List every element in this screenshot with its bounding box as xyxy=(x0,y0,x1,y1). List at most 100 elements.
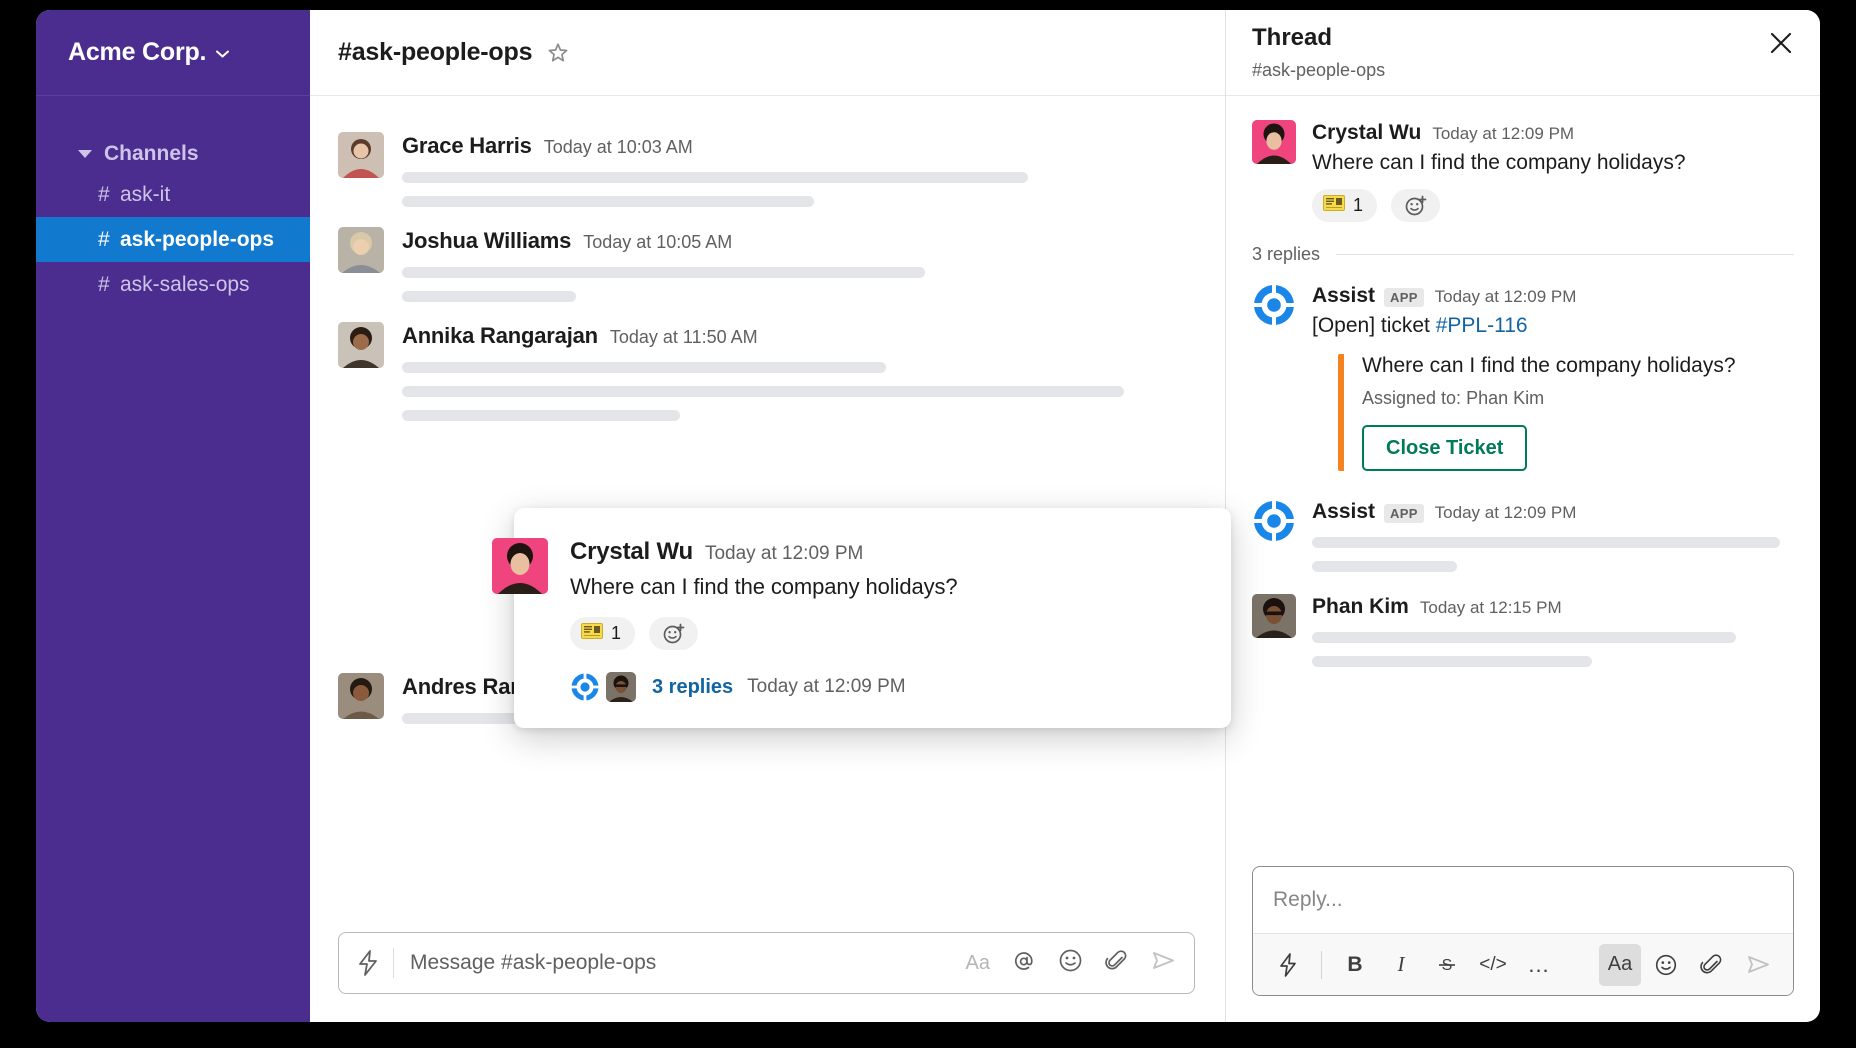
reaction-count: 1 xyxy=(611,623,622,643)
sidebar-item-ask-sales-ops[interactable]: # ask-sales-ops xyxy=(36,262,310,307)
message-row: Annika Rangarajan Today at 11:50 AM xyxy=(310,312,1225,431)
message-timestamp: Today at 12:09 PM xyxy=(1432,124,1575,143)
message-placeholder-line xyxy=(402,267,926,278)
hovered-message-card: Crystal Wu Today at 12:09 PM Where can I… xyxy=(492,508,1231,728)
message-author: Phan Kim xyxy=(1312,595,1409,618)
ticket-emoji xyxy=(581,623,603,644)
code-button[interactable]: </> xyxy=(1472,944,1514,986)
reactions-row: 1 xyxy=(570,617,1201,650)
message-row: Joshua Williams Today at 10:05 AM xyxy=(310,217,1225,312)
emoji-icon[interactable] xyxy=(1645,944,1687,986)
italic-button[interactable]: I xyxy=(1380,944,1422,986)
message-placeholder-line xyxy=(402,386,1124,397)
ticket-link[interactable]: #PPL-116 xyxy=(1436,314,1528,337)
message-author: Crystal Wu xyxy=(570,538,693,565)
message-placeholder-line xyxy=(402,172,1029,183)
thread-reply-phan-kim: Phan Kim Today at 12:15 PM xyxy=(1226,578,1820,673)
page-title: #ask-people-ops xyxy=(338,38,533,66)
message-author: Annika Rangarajan xyxy=(402,323,598,348)
strikethrough-button[interactable]: S xyxy=(1426,944,1468,986)
message-input[interactable]: Message #ask-people-ops xyxy=(410,951,966,975)
sidebar-item-label: ask-it xyxy=(120,182,171,206)
avatar[interactable] xyxy=(338,227,384,273)
message-author: Assist xyxy=(1312,284,1376,307)
ticket-question: Where can I find the company holidays? xyxy=(1362,354,1736,377)
close-icon[interactable] xyxy=(1768,30,1794,95)
avatar[interactable] xyxy=(492,538,548,594)
caret-down-icon xyxy=(78,150,92,158)
message-author: Grace Harris xyxy=(402,133,532,158)
reaction-chip-ticket[interactable]: 1 xyxy=(1312,189,1378,222)
message-timestamp: Today at 12:15 PM xyxy=(1419,598,1562,617)
reaction-count: 1 xyxy=(1353,195,1364,215)
ticket-assignee: Assigned to: Phan Kim xyxy=(1362,388,1545,408)
thread-header: Thread #ask-people-ops xyxy=(1226,10,1820,96)
mention-icon[interactable] xyxy=(1012,949,1036,978)
ticket-emoji xyxy=(1323,195,1345,216)
avatar[interactable] xyxy=(338,132,384,178)
avatar[interactable] xyxy=(338,322,384,368)
ticket-status-prefix: [Open] ticket xyxy=(1312,314,1436,337)
add-reaction-icon[interactable] xyxy=(1391,189,1441,222)
paperclip-icon[interactable] xyxy=(1105,949,1129,978)
channel-composer-wrap: Message #ask-people-ops Aa xyxy=(310,932,1225,1022)
more-options-button[interactable]: ... xyxy=(1518,944,1560,986)
channels-section-header[interactable]: Channels xyxy=(36,136,310,172)
message-placeholder-line xyxy=(1312,656,1592,667)
avatar[interactable] xyxy=(338,673,384,719)
avatar[interactable] xyxy=(1252,120,1296,164)
chevron-down-icon xyxy=(216,50,230,58)
thread-reply-assist-ticket: Assist APP Today at 12:09 PM [Open] tick… xyxy=(1226,275,1820,483)
thread-composer[interactable]: Reply... B I S </> ... Aa xyxy=(1252,866,1794,996)
message-row: Grace Harris Today at 10:03 AM xyxy=(310,122,1225,217)
formatting-aa-icon[interactable]: Aa xyxy=(1599,943,1641,986)
star-icon[interactable] xyxy=(546,41,570,65)
message-author: Crystal Wu xyxy=(1312,121,1422,144)
formatting-aa-icon[interactable]: Aa xyxy=(966,952,990,975)
send-icon[interactable] xyxy=(1737,944,1779,986)
workspace-switcher[interactable]: Acme Corp. xyxy=(36,10,310,96)
add-reaction-icon[interactable] xyxy=(649,617,699,650)
message-placeholder-line xyxy=(1312,632,1737,643)
sidebar-item-ask-it[interactable]: # ask-it xyxy=(36,172,310,217)
lightning-bolt-icon[interactable] xyxy=(357,950,379,976)
avatar[interactable] xyxy=(1252,594,1296,638)
composer-tools: Aa xyxy=(966,948,1176,978)
message-text: [Open] ticket #PPL-116 xyxy=(1312,314,1794,338)
emoji-icon[interactable] xyxy=(1058,948,1083,978)
app-badge: APP xyxy=(1384,504,1424,523)
thread-replies-link[interactable]: 3 replies xyxy=(652,676,733,699)
message-timestamp: Today at 12:09 PM xyxy=(1434,287,1577,306)
message-list[interactable]: Grace Harris Today at 10:03 AM Joshua Wi… xyxy=(310,96,1231,932)
thread-message-list[interactable]: Crystal Wu Today at 12:09 PM Where can I… xyxy=(1226,96,1820,856)
channels-section: Channels # ask-it # ask-people-ops # ask… xyxy=(36,96,310,307)
message-placeholder-line xyxy=(1312,561,1457,572)
assist-app-icon[interactable] xyxy=(1252,499,1296,543)
replies-count-label: 3 replies xyxy=(1252,244,1321,264)
composer-divider xyxy=(393,948,394,978)
message-placeholder-line xyxy=(402,362,886,373)
send-icon[interactable] xyxy=(1151,948,1176,978)
reactions-row: 1 xyxy=(1312,189,1794,222)
hash-icon: # xyxy=(98,272,110,296)
close-ticket-button[interactable]: Close Ticket xyxy=(1362,425,1528,471)
message-timestamp: Today at 10:03 AM xyxy=(543,137,693,157)
ticket-attachment-card: Where can I find the company holidays? A… xyxy=(1338,354,1794,471)
thread-replies-timestamp: Today at 12:09 PM xyxy=(747,676,906,697)
sidebar-item-ask-people-ops[interactable]: # ask-people-ops xyxy=(36,217,310,262)
reply-input[interactable]: Reply... xyxy=(1253,867,1793,933)
thread-reply-assist: Assist APP Today at 12:09 PM xyxy=(1226,483,1820,578)
thread-replies-row[interactable]: 3 replies Today at 12:09 PM xyxy=(570,672,1201,702)
message-placeholder-line xyxy=(1312,537,1780,548)
message-text: Where can I find the company holidays? xyxy=(1312,151,1686,174)
divider-rule xyxy=(1336,254,1794,255)
channel-composer[interactable]: Message #ask-people-ops Aa xyxy=(338,932,1195,994)
app-window: Acme Corp. Channels # ask-it # ask-peopl… xyxy=(36,10,1820,1022)
hash-icon: # xyxy=(98,182,110,206)
paperclip-icon[interactable] xyxy=(1691,944,1733,986)
workspace-name: Acme Corp. xyxy=(68,38,207,66)
reaction-chip-ticket[interactable]: 1 xyxy=(570,617,636,650)
lightning-bolt-icon[interactable] xyxy=(1267,944,1309,986)
assist-app-icon[interactable] xyxy=(1252,283,1296,327)
bold-button[interactable]: B xyxy=(1334,944,1376,986)
